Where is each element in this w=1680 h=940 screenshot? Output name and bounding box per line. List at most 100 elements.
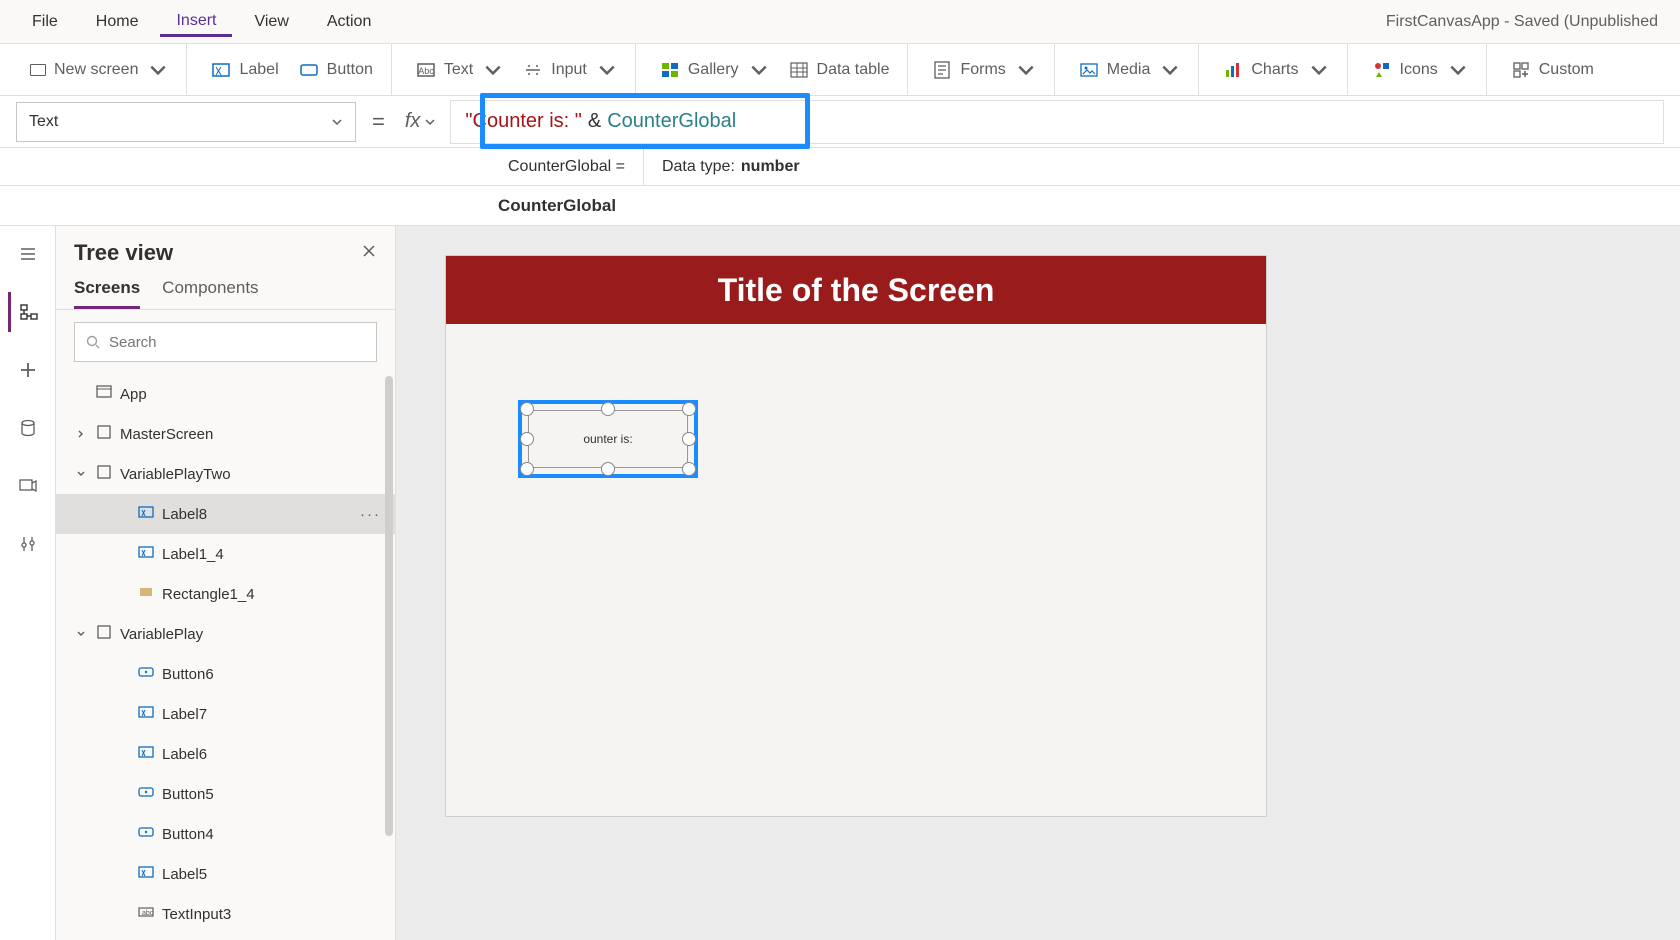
- data-table-icon: [789, 60, 809, 80]
- menu-file[interactable]: File: [16, 7, 74, 37]
- menu-action[interactable]: Action: [311, 7, 387, 37]
- canvas-screen[interactable]: Title of the Screen ounter is:: [446, 256, 1266, 816]
- data-table-button[interactable]: Data table: [781, 54, 898, 86]
- menu-view[interactable]: View: [238, 7, 304, 37]
- screen-icon: [30, 64, 46, 76]
- tree-item-icon: [138, 824, 154, 844]
- app-title: FirstCanvasApp - Saved (Unpublished: [1386, 13, 1664, 31]
- tree-item-button6[interactable]: Button6: [56, 654, 395, 694]
- tree-item-label: Rectangle1_4: [162, 586, 255, 603]
- tree-item-label6[interactable]: Label6: [56, 734, 395, 774]
- equals-sign: =: [366, 109, 391, 135]
- tree-item-icon: [96, 424, 112, 444]
- forms-dropdown[interactable]: Forms: [924, 54, 1043, 86]
- tree-item-rectangle1_4[interactable]: Rectangle1_4: [56, 574, 395, 614]
- tree-item-label: Label1_4: [162, 546, 224, 563]
- tree-item-variableplay[interactable]: VariablePlay: [56, 614, 395, 654]
- tree-search[interactable]: [74, 322, 377, 362]
- tree-item-masterscreen[interactable]: MasterScreen: [56, 414, 395, 454]
- gallery-dropdown[interactable]: Gallery: [652, 54, 777, 86]
- rail-insert[interactable]: [8, 350, 48, 390]
- icons-dropdown-label: Icons: [1400, 61, 1438, 79]
- new-screen-button[interactable]: New screen: [22, 54, 176, 86]
- property-selector[interactable]: Text: [16, 102, 356, 142]
- plus-icon: [18, 360, 38, 380]
- intellisense-suggestion[interactable]: CounterGlobal: [0, 186, 1680, 226]
- tab-screens[interactable]: Screens: [74, 278, 140, 309]
- search-icon: [85, 334, 101, 350]
- property-selector-value: Text: [29, 113, 58, 131]
- resize-handle-ml[interactable]: [520, 432, 534, 446]
- chevron-down-icon: [1160, 60, 1180, 80]
- chevron-down-icon: [1309, 60, 1329, 80]
- tree-item-label8[interactable]: Label8 ···: [56, 494, 395, 534]
- tree-item-label7[interactable]: Label7: [56, 694, 395, 734]
- button-button[interactable]: Button: [291, 54, 381, 86]
- tree-item-label: Label8: [162, 506, 207, 523]
- media-rail-icon: [18, 476, 38, 496]
- screen-title-text: Title of the Screen: [718, 272, 995, 309]
- input-dropdown[interactable]: Input: [515, 54, 625, 86]
- resize-handle-mr[interactable]: [682, 432, 696, 446]
- formula-input[interactable]: "Counter is: " & CounterGlobal: [450, 100, 1664, 144]
- resize-handle-tr[interactable]: [682, 402, 696, 416]
- expand-caret[interactable]: [74, 629, 88, 639]
- rail-hamburger[interactable]: [8, 234, 48, 274]
- tree-item-icon: [96, 624, 112, 644]
- forms-icon: [932, 60, 952, 80]
- icons-dropdown[interactable]: Icons: [1364, 54, 1476, 86]
- tab-components[interactable]: Components: [162, 278, 258, 309]
- formula-token-operator: &: [582, 110, 607, 133]
- tree-item-variableplaytwo[interactable]: VariablePlayTwo: [56, 454, 395, 494]
- tree-item-label1_4[interactable]: Label1_4: [56, 534, 395, 574]
- custom-dropdown-label: Custom: [1539, 61, 1594, 79]
- tree-item-icon: [138, 704, 154, 724]
- expand-caret[interactable]: [74, 429, 88, 439]
- rail-advanced[interactable]: [8, 524, 48, 564]
- tree-item-icon: [138, 584, 154, 604]
- selected-label-control[interactable]: ounter is:: [518, 400, 698, 478]
- database-icon: [18, 418, 38, 438]
- tree-item-label: App: [120, 386, 147, 403]
- menubar: File Home Insert View Action FirstCanvas…: [0, 0, 1680, 44]
- resize-handle-bm[interactable]: [601, 462, 615, 476]
- fx-label[interactable]: fx: [401, 110, 441, 133]
- tree-list: AppMasterScreenVariablePlayTwoLabel8···L…: [56, 374, 395, 940]
- resize-handle-tl[interactable]: [520, 402, 534, 416]
- chevron-down-icon: [1016, 60, 1036, 80]
- icons-icon: [1372, 60, 1392, 80]
- chevron-down-icon: [597, 60, 617, 80]
- canvas-area[interactable]: Title of the Screen ounter is:: [396, 226, 1680, 940]
- resize-handle-br[interactable]: [682, 462, 696, 476]
- tree-item-more[interactable]: ···: [360, 506, 381, 523]
- tree-item-button5[interactable]: Button5: [56, 774, 395, 814]
- tree-view-panel: Tree view Screens Components AppMasterSc…: [56, 226, 396, 940]
- tree-view-close[interactable]: [361, 242, 377, 265]
- charts-dropdown[interactable]: Charts: [1215, 54, 1336, 86]
- menu-home[interactable]: Home: [80, 7, 155, 37]
- rail-media[interactable]: [8, 466, 48, 506]
- tree-item-button4[interactable]: Button4: [56, 814, 395, 854]
- resize-handle-tm[interactable]: [601, 402, 615, 416]
- media-dropdown[interactable]: Media: [1071, 54, 1189, 86]
- menu-insert[interactable]: Insert: [160, 6, 232, 37]
- resize-handle-bl[interactable]: [520, 462, 534, 476]
- expand-caret[interactable]: [74, 469, 88, 479]
- media-icon: [1079, 60, 1099, 80]
- label-button[interactable]: Label: [203, 54, 286, 86]
- info-datatype-label: Data type:: [662, 158, 735, 176]
- tree-item-label5[interactable]: Label5: [56, 854, 395, 894]
- tree-scrollbar[interactable]: [385, 376, 393, 836]
- rail-tree-view[interactable]: [8, 292, 48, 332]
- svg-text:abc: abc: [142, 910, 154, 917]
- tree-search-input[interactable]: [109, 334, 366, 351]
- text-dropdown[interactable]: Abc Text: [408, 54, 511, 86]
- info-variable: CounterGlobal =: [490, 148, 644, 185]
- tree-item-app[interactable]: App: [56, 374, 395, 414]
- gallery-dropdown-label: Gallery: [688, 61, 739, 79]
- fx-text: fx: [405, 110, 421, 133]
- tree-item-textinput3[interactable]: abcTextInput3: [56, 894, 395, 934]
- selected-label-inner: ounter is:: [528, 410, 688, 468]
- rail-data[interactable]: [8, 408, 48, 448]
- custom-dropdown[interactable]: Custom: [1503, 54, 1602, 86]
